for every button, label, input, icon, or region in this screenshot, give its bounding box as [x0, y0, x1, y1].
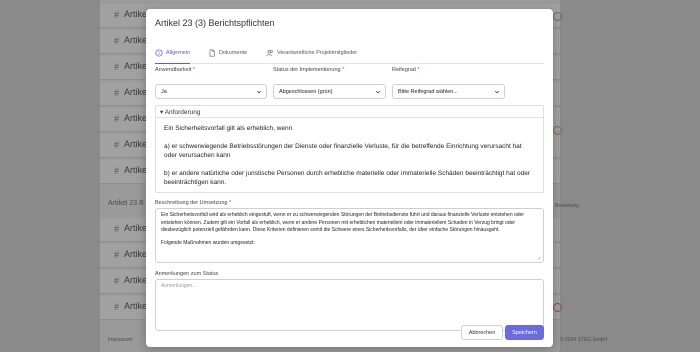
caret-down-icon: ▾ — [160, 109, 164, 116]
anforderung-heading: Anforderung — [164, 109, 201, 116]
anforderung-paragraph: a) er schwerwiegende Betriebsstörungen d… — [164, 142, 522, 160]
chevron-down-icon — [375, 90, 381, 94]
chevron-down-icon — [494, 90, 500, 94]
edit-modal: Artikel 23 (3) Berichtspflichten Allgeme… — [146, 9, 553, 347]
background-section-right: Bewertung — [555, 203, 579, 209]
anforderung-text: Ein Sicherheitsvorfall gilt als erheblic… — [164, 124, 534, 193]
save-button[interactable]: Speichern — [505, 325, 544, 340]
info-icon — [155, 48, 163, 57]
umsetzung-label: Beschreibung der Umsetzung * — [155, 200, 232, 206]
reifegrad-select[interactable]: Bitte Reifegrad wählen... — [392, 84, 505, 99]
users-icon — [266, 49, 273, 57]
tab-label: Dokumente — [219, 50, 248, 56]
status-ring-icon — [553, 12, 562, 21]
anforderung-toggle[interactable]: ▾ Anforderung — [156, 106, 543, 118]
anwendbarkeit-label: Anwendbarkeit * — [155, 67, 196, 73]
document-icon — [209, 49, 215, 57]
anmerkungen-textarea[interactable]: Anmerkungen... — [155, 279, 544, 331]
anforderung-paragraph: b) er andere natürliche oder juristische… — [164, 169, 531, 187]
tab-bar: Allgemein Dokumente Verantwortliche Proj… — [155, 42, 544, 64]
resize-handle-icon[interactable] — [536, 255, 541, 260]
tab-label: Verantwortliche Projektmitglieder — [277, 50, 358, 56]
background-section-label: Artikel 23 B — [108, 200, 144, 207]
chevron-down-icon — [256, 90, 262, 94]
status-ring-icon — [553, 126, 562, 135]
anwendbarkeit-select[interactable]: Ja — [155, 84, 267, 99]
status-select[interactable]: Abgeschlossen (grün) — [273, 84, 386, 99]
tab-label: Allgemein — [166, 49, 191, 56]
tab-verantwortliche[interactable]: Verantwortliche Projektmitglieder — [266, 42, 357, 64]
umsetzung-paragraph: Ein Sicherheitsvorfall wird als erheblic… — [161, 212, 524, 234]
anforderung-paragraph: Ein Sicherheitsvorfall gilt als erheblic… — [164, 125, 293, 132]
reifegrad-label: Reifegrad * — [392, 67, 420, 73]
footer-impressum: Impressum — [108, 337, 133, 343]
anforderung-section: ▾ Anforderung Ein Sicherheitsvorfall gil… — [155, 105, 544, 193]
modal-title: Artikel 23 (3) Berichtspflichten — [155, 18, 275, 28]
umsetzung-paragraph: Folgende Maßnahmen wurden umgesetzt: — [161, 239, 255, 246]
status-label: Status der Implementierung * — [273, 67, 345, 73]
status-ring-icon — [553, 303, 562, 312]
tab-dokumente[interactable]: Dokumente — [208, 42, 247, 64]
tab-allgemein[interactable]: Allgemein — [155, 42, 191, 64]
anmerkungen-placeholder: Anmerkungen... — [161, 283, 197, 289]
cancel-button[interactable]: Abbrechen — [461, 325, 503, 340]
umsetzung-textarea[interactable]: Ein Sicherheitsvorfall wird als erheblic… — [155, 208, 544, 263]
anmerkungen-label: Anmerkungen zum Status — [155, 271, 219, 277]
footer-copyright: © 2024 STEG GmbH — [560, 337, 608, 343]
